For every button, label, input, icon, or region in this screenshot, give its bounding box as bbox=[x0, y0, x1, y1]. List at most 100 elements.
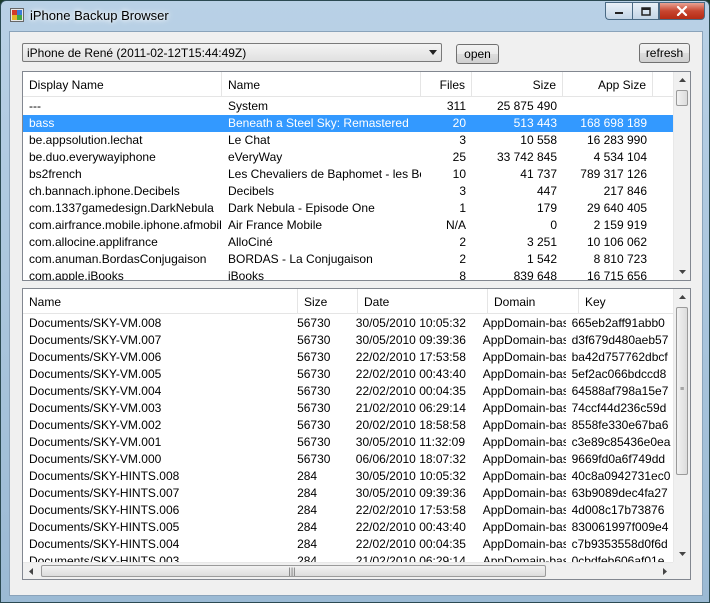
app-row[interactable]: com.airfrance.mobile.iphone.afmobile Air … bbox=[23, 217, 673, 234]
open-button[interactable]: open bbox=[456, 44, 499, 64]
file-row[interactable]: Documents/SKY-HINTS.005 284 22/02/2010 00:… bbox=[23, 519, 673, 536]
app-cell: 1 bbox=[459, 201, 466, 215]
refresh-button[interactable]: refresh bbox=[639, 43, 690, 63]
app-row[interactable]: bs2french Les Chevaliers de Baphomet - le… bbox=[23, 166, 673, 183]
file-cell: AppDomain-bass bbox=[482, 503, 566, 517]
scroll-up-button[interactable] bbox=[674, 72, 690, 88]
file-cell: AppDomain-bass bbox=[482, 554, 566, 562]
apps-column-files[interactable]: Files bbox=[421, 72, 472, 96]
file-cell: Documents/SKY-VM.007 bbox=[29, 333, 162, 347]
file-cell: 30/05/2010 11:32:09 bbox=[355, 435, 466, 449]
close-button[interactable] bbox=[659, 2, 705, 20]
files-column-domain[interactable]: Domain bbox=[488, 289, 579, 313]
file-row[interactable]: Documents/SKY-VM.003 56730 21/02/2010 06:2… bbox=[23, 400, 673, 417]
file-cell: 56730 bbox=[297, 316, 331, 330]
file-row[interactable]: Documents/SKY-HINTS.004 284 22/02/2010 00:… bbox=[23, 536, 673, 553]
file-row[interactable]: Documents/SKY-HINTS.007 284 30/05/2010 09:… bbox=[23, 485, 673, 502]
app-cell: 8 810 723 bbox=[593, 252, 647, 266]
app-row[interactable]: com.allocine.applifrance AlloCiné 2 3 251 10… bbox=[23, 234, 673, 251]
app-row[interactable]: ch.bannach.iphone.Decibels Decibels 3 447 21… bbox=[23, 183, 673, 200]
file-cell: Documents/SKY-VM.006 bbox=[29, 350, 162, 364]
app-cell: Dark Nebula - Episode One bbox=[228, 201, 375, 215]
file-cell: 5ef2ac066bdccd8 bbox=[571, 367, 667, 381]
files-hscroll-thumb[interactable]: ||| bbox=[41, 565, 546, 577]
app-row[interactable]: --- System 311 25 875 490 bbox=[23, 98, 673, 115]
file-row[interactable]: Documents/SKY-VM.000 56730 06/06/2010 18:0… bbox=[23, 451, 673, 468]
app-cell bbox=[563, 98, 653, 115]
file-cell: 8558fe330e67ba6 bbox=[571, 418, 669, 432]
file-cell: 30/05/2010 10:05:32 bbox=[355, 316, 466, 330]
file-cell: AppDomain-bass bbox=[482, 435, 566, 449]
files-column-key[interactable]: Key bbox=[579, 289, 673, 313]
apps-header-filler bbox=[653, 72, 673, 96]
grip-icon: ≡ bbox=[679, 385, 685, 393]
apps-column-name[interactable]: Name bbox=[222, 72, 421, 96]
app-cell: 3 bbox=[459, 184, 466, 198]
file-cell: Documents/SKY-VM.005 bbox=[29, 367, 162, 381]
file-cell: 21/02/2010 06:29:14 bbox=[355, 401, 466, 415]
scroll-up-button[interactable] bbox=[674, 289, 690, 305]
file-row[interactable]: Documents/SKY-VM.004 56730 22/02/2010 00:0… bbox=[23, 383, 673, 400]
file-row[interactable]: Documents/SKY-VM.005 56730 22/02/2010 00:4… bbox=[23, 366, 673, 383]
app-row[interactable]: com.apple.iBooks iBooks 8 839 648 16 715 656 bbox=[23, 268, 673, 281]
app-cell: 789 317 126 bbox=[580, 167, 647, 181]
files-list[interactable]: Name Size Date Domain Key Documents/SKY-… bbox=[22, 288, 691, 580]
file-row[interactable]: Documents/SKY-HINTS.003 284 21/02/2010 06:… bbox=[23, 553, 673, 562]
file-row[interactable]: Documents/SKY-HINTS.006 284 22/02/2010 17:… bbox=[23, 502, 673, 519]
files-scroll-thumb[interactable]: ≡ bbox=[676, 307, 688, 475]
app-cell: 16 283 990 bbox=[586, 133, 647, 147]
app-cell: 4 534 104 bbox=[593, 150, 647, 164]
file-row[interactable]: Documents/SKY-VM.008 56730 30/05/2010 10:0… bbox=[23, 315, 673, 332]
app-cell: Decibels bbox=[228, 184, 275, 198]
title-bar[interactable]: iPhone Backup Browser bbox=[1, 1, 709, 29]
app-row[interactable]: com.1337gamedesign.DarkNebula Dark Nebula… bbox=[23, 200, 673, 217]
apps-vertical-scrollbar[interactable] bbox=[673, 72, 690, 280]
file-cell: 22/02/2010 17:53:58 bbox=[355, 350, 466, 364]
app-cell: 839 648 bbox=[513, 269, 557, 281]
file-row[interactable]: Documents/SKY-HINTS.008 284 30/05/2010 10:… bbox=[23, 468, 673, 485]
app-cell: iBooks bbox=[228, 269, 265, 281]
apps-list[interactable]: Display Name Name Files Size App Size --… bbox=[22, 71, 691, 281]
files-vertical-scrollbar[interactable]: ≡ bbox=[673, 289, 690, 562]
app-row[interactable]: bass Beneath a Steel Sky: Remastered 20 513… bbox=[23, 115, 673, 132]
app-row[interactable]: be.appsolution.lechat Le Chat 3 10 558 16 28… bbox=[23, 132, 673, 149]
app-row[interactable]: be.duo.everywayiphone eVeryWay 25 33 742 84… bbox=[23, 149, 673, 166]
file-cell: Documents/SKY-VM.004 bbox=[29, 384, 162, 398]
files-column-size[interactable]: Size bbox=[298, 289, 358, 313]
file-cell: 56730 bbox=[297, 384, 331, 398]
apps-column-app-size[interactable]: App Size bbox=[563, 72, 653, 96]
file-cell: 284 bbox=[297, 537, 318, 551]
app-row[interactable]: com.anuman.BordasConjugaison BORDAS - La … bbox=[23, 251, 673, 268]
app-cell: 168 698 189 bbox=[580, 116, 647, 130]
files-rows: Documents/SKY-VM.008 56730 30/05/2010 10:0… bbox=[23, 315, 673, 562]
file-row[interactable]: Documents/SKY-VM.006 56730 22/02/2010 17:5… bbox=[23, 349, 673, 366]
apps-column-size[interactable]: Size bbox=[472, 72, 563, 96]
file-cell: 830061997f009e4 bbox=[571, 520, 669, 534]
file-cell: AppDomain-bass bbox=[482, 469, 566, 483]
files-horizontal-scrollbar[interactable]: ||| bbox=[23, 562, 673, 579]
file-cell: AppDomain-bass bbox=[482, 350, 566, 364]
apps-scroll-thumb[interactable] bbox=[676, 90, 688, 106]
files-column-date[interactable]: Date bbox=[358, 289, 488, 313]
file-cell: d3f679d480aeb57 bbox=[571, 333, 669, 347]
file-row[interactable]: Documents/SKY-VM.002 56730 20/02/2010 18:5… bbox=[23, 417, 673, 434]
scroll-down-button[interactable] bbox=[674, 264, 690, 280]
scroll-right-button[interactable] bbox=[657, 563, 673, 579]
file-cell: 21/02/2010 06:29:14 bbox=[355, 554, 466, 562]
file-cell: Documents/SKY-HINTS.005 bbox=[29, 520, 180, 534]
backup-select[interactable]: iPhone de René (2011-02-12T15:44:49Z) bbox=[22, 43, 442, 62]
file-row[interactable]: Documents/SKY-VM.007 56730 30/05/2010 09:3… bbox=[23, 332, 673, 349]
files-column-name[interactable]: Name bbox=[23, 289, 298, 313]
minimize-button[interactable] bbox=[605, 2, 632, 20]
app-icon bbox=[10, 8, 24, 22]
app-cell: com.allocine.applifrance bbox=[29, 235, 158, 249]
file-cell: 22/02/2010 00:04:35 bbox=[355, 537, 466, 551]
file-cell: Documents/SKY-VM.002 bbox=[29, 418, 162, 432]
app-cell: Les Chevaliers de Baphomet - les Bo... bbox=[228, 167, 421, 181]
maximize-button[interactable] bbox=[632, 2, 659, 20]
app-cell: eVeryWay bbox=[228, 150, 283, 164]
file-row[interactable]: Documents/SKY-VM.001 56730 30/05/2010 11:3… bbox=[23, 434, 673, 451]
apps-column-display-name[interactable]: Display Name bbox=[23, 72, 222, 96]
scroll-down-button[interactable] bbox=[674, 546, 690, 562]
scroll-left-button[interactable] bbox=[23, 563, 39, 579]
